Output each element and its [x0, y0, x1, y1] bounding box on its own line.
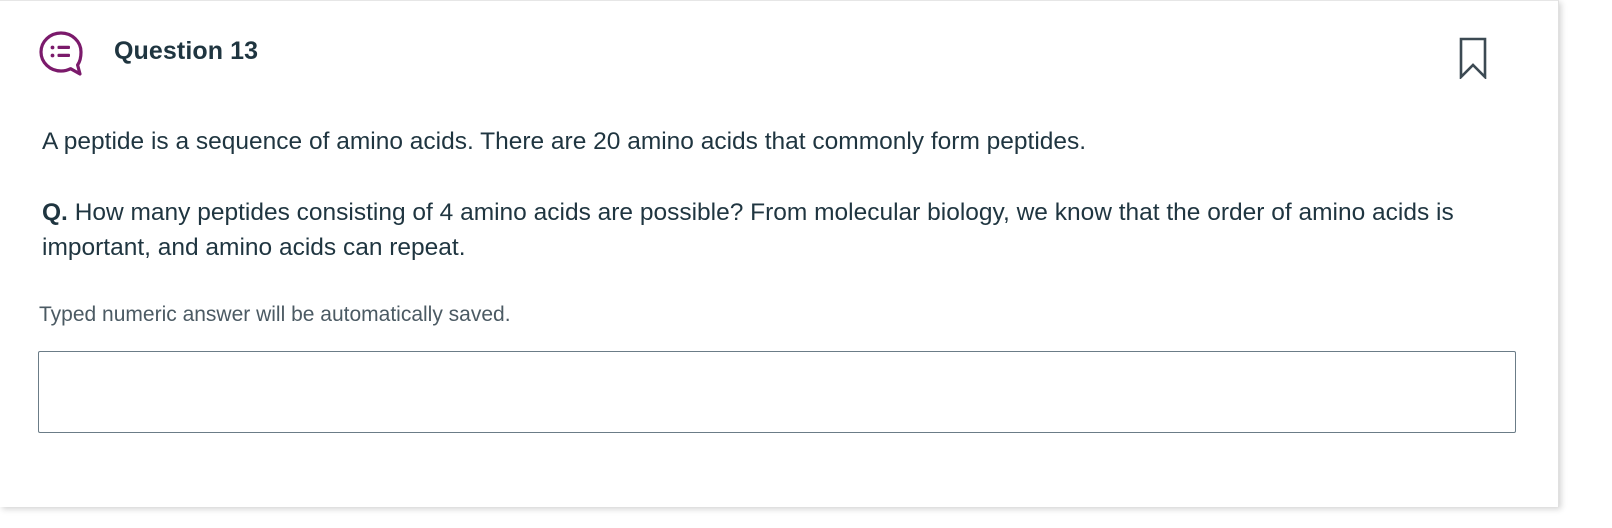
question-list-bubble-icon — [39, 31, 83, 76]
question-prompt: Q. How many peptides consisting of 4 ami… — [42, 195, 1532, 265]
question-prefix: Q. — [42, 199, 68, 226]
question-card: Question 13 A peptide is a sequence of a… — [0, 0, 1559, 507]
numeric-answer-input[interactable] — [38, 351, 1516, 433]
question-header: Question 13 — [0, 1, 1558, 101]
autosave-hint: Typed numeric answer will be automatical… — [39, 303, 511, 326]
question-title: Question 13 — [114, 37, 259, 65]
bookmark-outline-icon[interactable] — [1458, 37, 1488, 79]
question-prompt-text: How many peptides consisting of 4 amino … — [42, 199, 1454, 261]
question-intro-text: A peptide is a sequence of amino acids. … — [42, 128, 1087, 155]
